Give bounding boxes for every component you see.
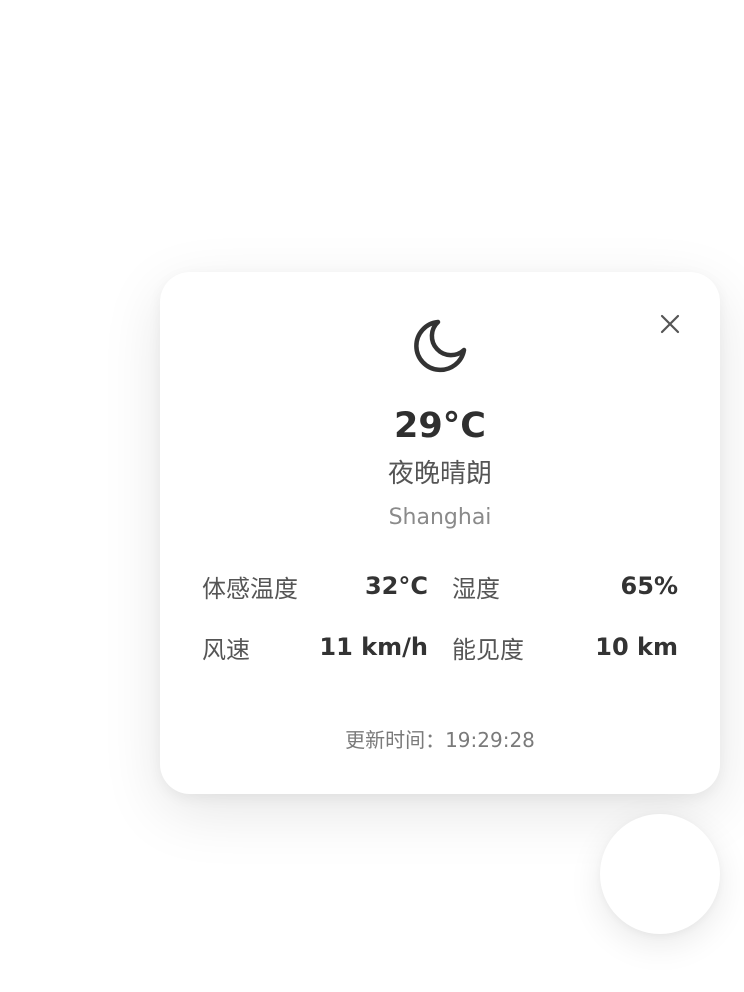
update-time: 更新时间：19:29:28 <box>345 728 535 752</box>
close-button[interactable] <box>654 308 686 340</box>
visibility-label: 能见度 <box>452 635 524 664</box>
humidity-item: 湿度 65% <box>452 569 678 604</box>
feels-like-label: 体感温度 <box>202 574 298 603</box>
temperature: 29°C <box>394 406 486 446</box>
weather-details: 体感温度 32°C 湿度 65% 风速 11 km/h 能见度 10 km <box>202 564 678 686</box>
wind-label: 风速 <box>202 635 250 664</box>
city-name: Shanghai <box>388 505 492 530</box>
weather-card: 29°C 夜晚晴朗 Shanghai 体感温度 32°C 湿度 65% 风速 1… <box>160 272 720 794</box>
wind-item: 风速 11 km/h <box>202 630 428 665</box>
humidity-value: 65% <box>620 572 678 600</box>
floating-action-button[interactable] <box>600 814 720 934</box>
wind-value: 11 km/h <box>319 633 428 661</box>
page: 29°C 夜晚晴朗 Shanghai 体感温度 32°C 湿度 65% 风速 1… <box>0 0 744 992</box>
details-row: 体感温度 32°C 湿度 65% <box>202 564 678 608</box>
feels-like-value: 32°C <box>364 572 428 600</box>
feels-like-item: 体感温度 32°C <box>202 569 428 604</box>
close-icon <box>660 314 680 334</box>
humidity-label: 湿度 <box>452 574 500 603</box>
weather-condition: 夜晚晴朗 <box>387 459 492 489</box>
visibility-item: 能见度 10 km <box>452 630 678 665</box>
moon-icon <box>414 319 467 373</box>
details-row: 风速 11 km/h 能见度 10 km <box>202 625 678 669</box>
visibility-value: 10 km <box>595 633 678 661</box>
